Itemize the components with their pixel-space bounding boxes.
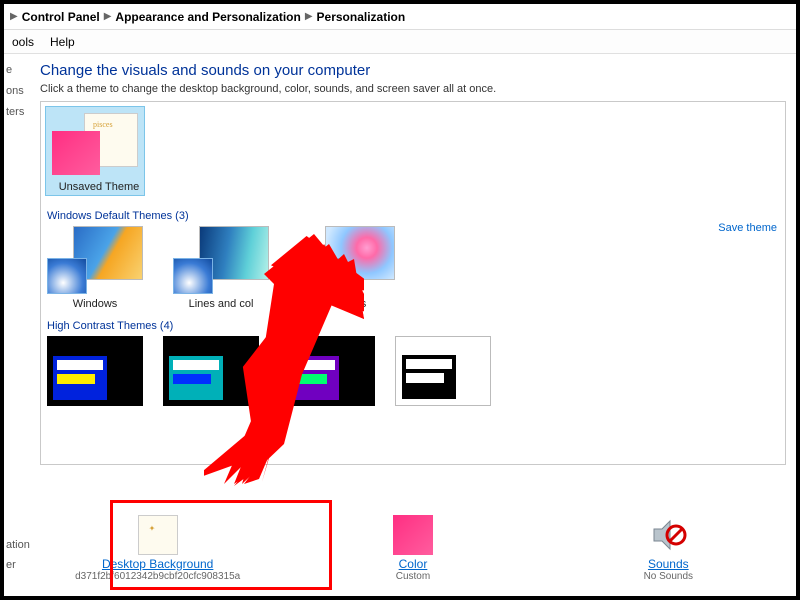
link-sounds[interactable]: Sounds bbox=[558, 557, 778, 571]
theme-row-hc bbox=[41, 336, 785, 410]
theme-item-hc2[interactable] bbox=[163, 336, 259, 410]
theme-label: Windows bbox=[73, 298, 118, 310]
page-title: Change the visuals and sounds on your co… bbox=[40, 62, 786, 79]
theme-current[interactable]: Unsaved Theme bbox=[45, 106, 145, 196]
bottom-sounds[interactable]: Sounds No Sounds bbox=[558, 515, 778, 582]
color-swatch bbox=[52, 131, 100, 175]
sidebar-item[interactable]: ation bbox=[6, 536, 30, 556]
theme-row-default: Windows Lines and col Flowers bbox=[41, 226, 785, 310]
theme-current-label: Unsaved Theme bbox=[50, 181, 148, 193]
menu-help[interactable]: Help bbox=[50, 35, 75, 49]
menu-bar: ools Help bbox=[4, 30, 796, 54]
sidebar-item[interactable]: er bbox=[6, 556, 30, 576]
sidebar-item[interactable]: ons bbox=[6, 81, 28, 102]
sidebar-bottom: ation er bbox=[6, 536, 30, 576]
sidebar: e ons ters bbox=[4, 54, 30, 596]
desktop-bg-sub: d371f2bf6012342b9cbf20cfc908315a bbox=[48, 571, 268, 582]
breadcrumb[interactable]: ▶ Control Panel ▶ Appearance and Persona… bbox=[4, 4, 796, 30]
bottom-color[interactable]: Color Custom bbox=[303, 515, 523, 582]
bottom-desktop-bg[interactable]: ✦ Desktop Background d371f2bf6012342b9cb… bbox=[48, 515, 268, 582]
bottom-bar: ✦ Desktop Background d371f2bf6012342b9cb… bbox=[30, 500, 796, 596]
chevron-right-icon: ▶ bbox=[104, 11, 112, 22]
save-theme-link[interactable]: Save theme bbox=[718, 222, 777, 234]
theme-item-flowers[interactable]: Flowers bbox=[299, 226, 395, 310]
menu-tools[interactable]: ools bbox=[12, 35, 34, 49]
sidebar-item[interactable]: ters bbox=[6, 102, 28, 123]
page-subtitle: Click a theme to change the desktop back… bbox=[40, 83, 786, 95]
theme-panel: Unsaved Theme Save theme Windows Default… bbox=[40, 101, 786, 465]
section-hc-label: High Contrast Themes (4) bbox=[47, 320, 785, 332]
color-sub: Custom bbox=[303, 571, 523, 582]
chevron-right-icon: ▶ bbox=[10, 11, 18, 22]
breadcrumb-item[interactable]: Appearance and Personalization bbox=[115, 10, 300, 24]
theme-item-hc1[interactable] bbox=[47, 336, 143, 410]
color-icon bbox=[393, 515, 433, 555]
section-default-label: Windows Default Themes (3) bbox=[47, 210, 785, 222]
sounds-sub: No Sounds bbox=[558, 571, 778, 582]
chevron-right-icon: ▶ bbox=[305, 11, 313, 22]
sounds-icon bbox=[648, 515, 688, 555]
theme-item-windows[interactable]: Windows bbox=[47, 226, 143, 310]
theme-label: Flowers bbox=[328, 298, 367, 310]
theme-label: Lines and col bbox=[189, 298, 254, 310]
theme-item-hc3[interactable] bbox=[279, 336, 375, 410]
link-color[interactable]: Color bbox=[303, 557, 523, 571]
sidebar-item[interactable]: e bbox=[6, 60, 28, 81]
breadcrumb-item[interactable]: Control Panel bbox=[22, 10, 100, 24]
link-desktop-bg[interactable]: Desktop Background bbox=[48, 557, 268, 571]
breadcrumb-item[interactable]: Personalization bbox=[317, 10, 406, 24]
theme-item-hc4[interactable] bbox=[395, 336, 491, 410]
wallpaper-icon: ✦ bbox=[138, 515, 178, 555]
theme-item-lines[interactable]: Lines and col bbox=[173, 226, 269, 310]
